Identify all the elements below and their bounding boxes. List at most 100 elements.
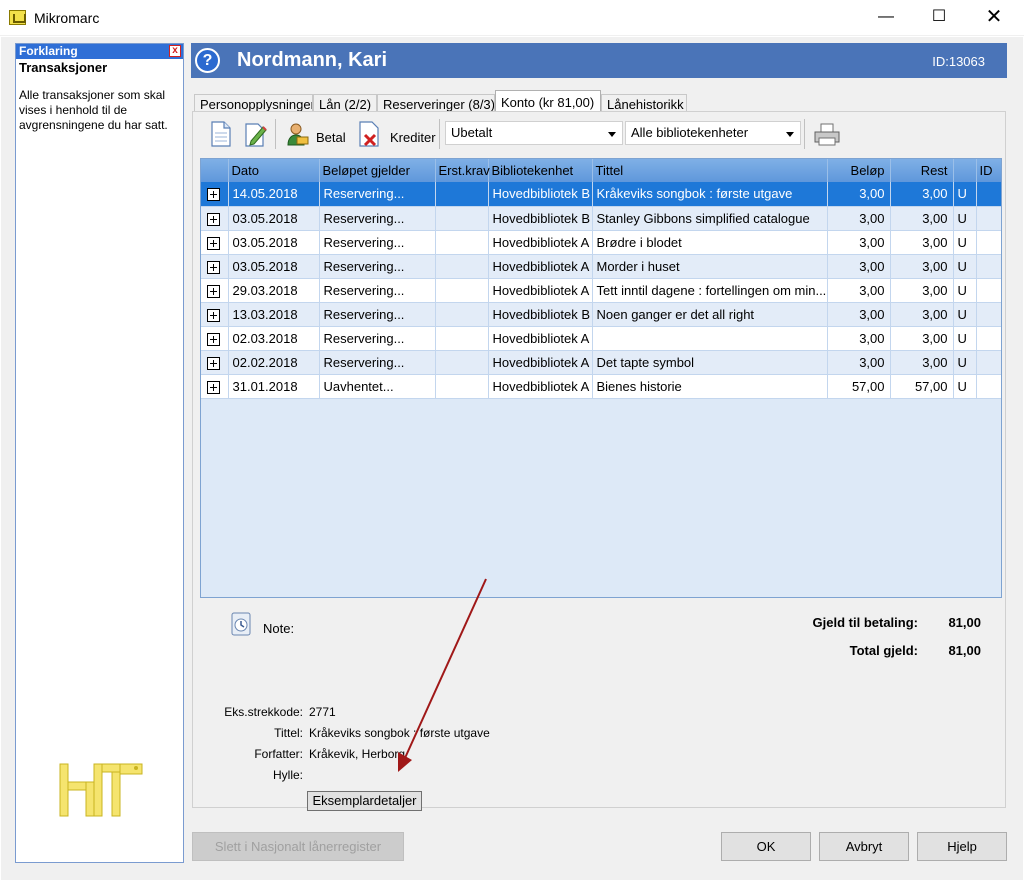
- cell-id: [976, 254, 1001, 279]
- item-details-button[interactable]: Eksemplardetaljer: [307, 791, 422, 811]
- transactions-grid: Dato Beløpet gjelder Erst.krav Bibliotek…: [200, 158, 1002, 598]
- total-debt-row: Total gjeld: 81,00: [781, 643, 981, 659]
- expand-plus-icon[interactable]: [207, 284, 220, 298]
- expand-plus-icon[interactable]: [207, 260, 220, 274]
- cell-id: [976, 350, 1001, 375]
- unit-filter-select[interactable]: Alle bibliotekenheter: [625, 121, 801, 145]
- column-header-tittel[interactable]: Tittel: [592, 159, 828, 182]
- tab-lanehistorikk[interactable]: Lånehistorikk: [601, 94, 687, 112]
- row-expand-cell: [201, 302, 229, 327]
- note-icon[interactable]: [229, 611, 253, 637]
- minimize-button[interactable]: —: [863, 0, 909, 36]
- maximize-button[interactable]: ☐: [916, 0, 962, 36]
- chevron-down-icon: [608, 132, 616, 137]
- column-header-bibliotekenhet[interactable]: Bibliotekenhet: [488, 159, 593, 182]
- new-document-icon[interactable]: [209, 121, 233, 147]
- explanation-header-label: Forklaring: [19, 44, 78, 58]
- debt-to-pay-row: Gjeld til betaling: 81,00: [781, 615, 981, 631]
- cell-rest: 3,00: [890, 350, 954, 375]
- pay-icon[interactable]: [285, 121, 309, 147]
- row-expand-cell: [201, 278, 229, 303]
- tab-konto[interactable]: Konto (kr 81,00): [495, 90, 601, 113]
- pay-label[interactable]: Betal: [316, 130, 346, 145]
- expand-plus-icon[interactable]: [207, 188, 220, 202]
- column-header-status[interactable]: [953, 159, 977, 182]
- close-button[interactable]: ✕: [971, 0, 1017, 36]
- cell-tittel: Noen ganger er det all right: [592, 302, 828, 327]
- column-header-belop[interactable]: Beløp: [827, 159, 891, 182]
- cancel-button[interactable]: Avbryt: [819, 832, 909, 861]
- note-label: Note:: [263, 621, 295, 636]
- detail-shelf-label: Hylle:: [272, 768, 303, 782]
- cell-tittel: Tett inntil dagene : fortellingen om min…: [592, 278, 828, 303]
- table-row[interactable]: 31.01.2018 Uavhentet... Hovedbibliotek A Bi…: [201, 374, 1001, 399]
- cell-belop: 3,00: [827, 278, 891, 303]
- unit-filter-value: Alle bibliotekenheter: [631, 125, 749, 140]
- table-row[interactable]: 03.05.2018 Reservering... Hovedbibliotek A…: [201, 230, 1001, 255]
- credit-label[interactable]: Krediter: [390, 130, 436, 145]
- app-logo-icon: [9, 10, 26, 25]
- expand-plus-icon[interactable]: [207, 380, 220, 394]
- column-header-id[interactable]: ID: [976, 159, 1001, 182]
- cell-dato: 03.05.2018: [228, 230, 320, 255]
- tab-reserveringer[interactable]: Reserveringer (8/3): [377, 94, 495, 112]
- explanation-header: Forklaring x: [16, 44, 183, 59]
- expand-plus-icon[interactable]: [207, 332, 220, 346]
- table-row[interactable]: 02.02.2018 Reservering... Hovedbibliotek A…: [201, 350, 1001, 375]
- expand-plus-icon[interactable]: [207, 308, 220, 322]
- detail-barcode-value: 2771: [309, 705, 336, 719]
- cell-rest: 3,00: [890, 254, 954, 279]
- cell-belop: 3,00: [827, 302, 891, 327]
- cell-belopet-gjelder: Reservering...: [319, 326, 436, 351]
- status-filter-select[interactable]: Ubetalt: [445, 121, 623, 145]
- cell-dato: 02.02.2018: [228, 350, 320, 375]
- row-expand-cell: [201, 374, 229, 399]
- edit-document-icon[interactable]: [243, 121, 267, 147]
- table-row[interactable]: 02.03.2018 Reservering... Hovedbibliotek A…: [201, 326, 1001, 351]
- table-row[interactable]: 03.05.2018 Reservering... Hovedbibliotek B…: [201, 206, 1001, 231]
- tab-lan[interactable]: Lån (2/2): [313, 94, 377, 112]
- cell-bibliotekenhet: Hovedbibliotek A: [488, 350, 593, 375]
- credit-icon[interactable]: [357, 121, 381, 147]
- cell-erst-krav: [435, 206, 489, 231]
- cell-erst-krav: [435, 278, 489, 303]
- table-row[interactable]: 29.03.2018 Reservering... Hovedbibliotek A…: [201, 278, 1001, 303]
- cell-id: [976, 182, 1001, 207]
- column-header-erst-krav[interactable]: Erst.krav: [435, 159, 490, 182]
- client-area: Forklaring x Transaksjoner Alle transaks…: [1, 37, 1023, 880]
- chevron-down-icon: [786, 132, 794, 137]
- detail-author-value: Kråkevik, Herborg: [309, 747, 406, 761]
- ok-button[interactable]: OK: [721, 832, 811, 861]
- table-row[interactable]: 13.03.2018 Reservering... Hovedbibliotek B…: [201, 302, 1001, 327]
- printer-icon[interactable]: [813, 121, 841, 147]
- table-row[interactable]: 14.05.2018 Reservering... Hovedbibliotek B…: [201, 182, 1001, 207]
- cell-belopet-gjelder: Reservering...: [319, 254, 436, 279]
- toolbar-separator: [804, 119, 805, 149]
- help-icon[interactable]: ?: [195, 48, 220, 73]
- cell-dato: 14.05.2018: [228, 182, 320, 207]
- explanation-close-icon[interactable]: x: [169, 45, 181, 57]
- help-button[interactable]: Hjelp: [917, 832, 1007, 861]
- expand-plus-icon[interactable]: [207, 236, 220, 250]
- cell-status: U: [953, 182, 977, 207]
- detail-author-label: Forfatter:: [254, 747, 303, 761]
- cell-status: U: [953, 302, 977, 327]
- toolbar-separator: [439, 119, 440, 149]
- column-header-belopet-gjelder[interactable]: Beløpet gjelder: [319, 159, 436, 182]
- cell-belopet-gjelder: Reservering...: [319, 302, 436, 327]
- patron-id: ID:13063: [932, 54, 985, 69]
- cell-tittel: Brødre i blodet: [592, 230, 828, 255]
- cell-tittel: Det tapte symbol: [592, 350, 828, 375]
- detail-author-row: Forfatter: Kråkevik, Herborg: [203, 747, 603, 763]
- table-row[interactable]: 03.05.2018 Reservering... Hovedbibliotek A…: [201, 254, 1001, 279]
- expand-plus-icon[interactable]: [207, 212, 220, 226]
- window-titlebar: Mikromarc — ☐ ✕: [0, 0, 1024, 36]
- delete-national-register-button[interactable]: Slett i Nasjonalt lånerregister: [192, 832, 404, 861]
- patron-header: ? Nordmann, Kari ID:13063: [191, 43, 1007, 78]
- column-header-dato[interactable]: Dato: [228, 159, 320, 182]
- tab-personopplysninger[interactable]: Personopplysninger: [194, 94, 313, 112]
- column-header-rest[interactable]: Rest: [890, 159, 954, 182]
- total-debt-label: Total gjeld:: [849, 643, 918, 658]
- cell-dato: 13.03.2018: [228, 302, 320, 327]
- expand-plus-icon[interactable]: [207, 356, 220, 370]
